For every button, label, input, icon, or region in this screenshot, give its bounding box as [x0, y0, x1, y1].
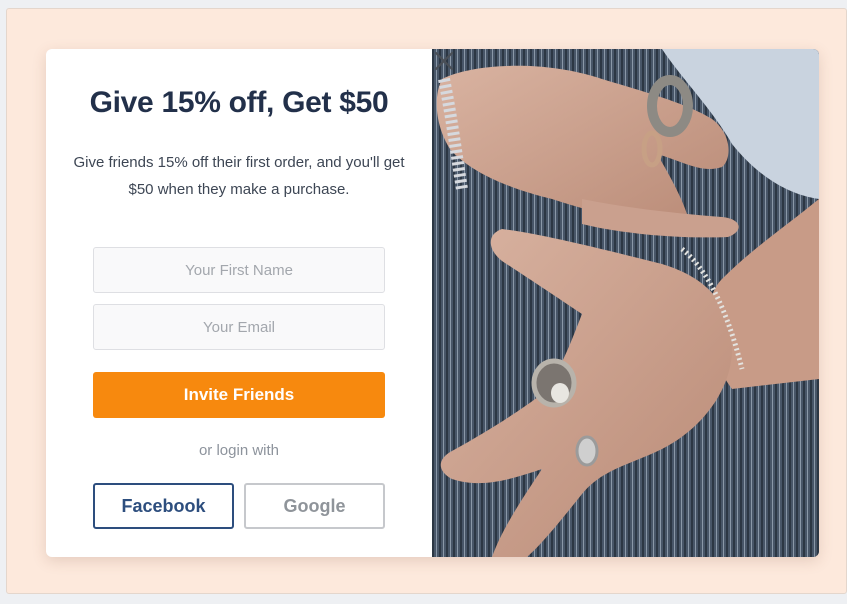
popup-title: Give 15% off, Get $50 [89, 86, 389, 119]
close-icon[interactable] [432, 49, 456, 73]
referral-popup: Give 15% off, Get $50 Give friends 15% o… [46, 49, 819, 557]
email-input[interactable] [93, 304, 385, 350]
google-login-button[interactable]: Google [244, 483, 385, 529]
popup-subtitle: Give friends 15% off their first order, … [73, 154, 405, 198]
form-panel: Give 15% off, Get $50 Give friends 15% o… [46, 49, 432, 557]
invite-friends-button[interactable]: Invite Friends [93, 372, 385, 418]
photo-illustration [432, 49, 819, 557]
hands-rings-photo [432, 49, 819, 557]
first-name-input[interactable] [93, 247, 385, 293]
login-divider-text: or login with [198, 442, 280, 459]
facebook-login-button[interactable]: Facebook [93, 483, 234, 529]
